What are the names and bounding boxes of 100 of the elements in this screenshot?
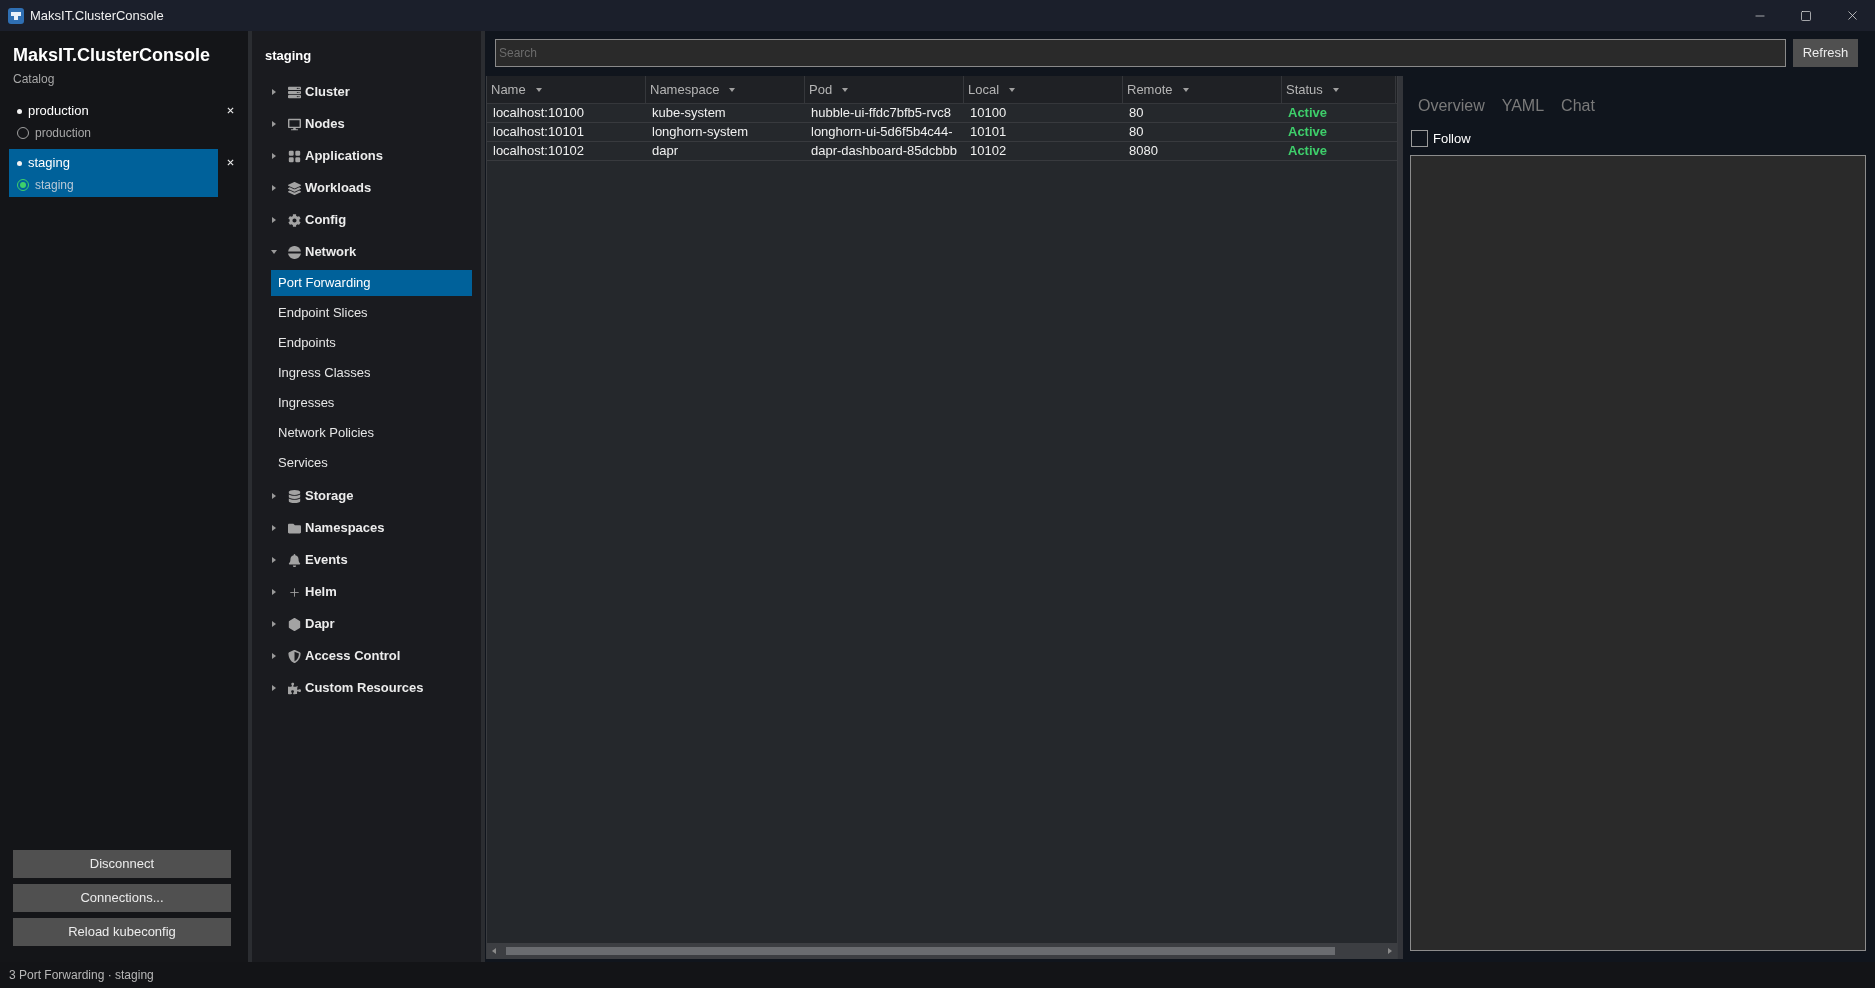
connection-item[interactable]: staging staging bbox=[9, 149, 218, 197]
table-cell-text: 10101 bbox=[969, 123, 1008, 141]
caret-right-icon[interactable] bbox=[271, 653, 277, 659]
table-cell-text: longhorn-ui-5d6f5b4c44- bbox=[810, 123, 954, 141]
status-bar-text: 3 Port Forwarding · staging bbox=[9, 967, 154, 984]
nav-item[interactable]: Namespaces bbox=[271, 512, 472, 544]
table-cell-text: dapr-dashboard-85dcbbb bbox=[810, 142, 958, 160]
connection-item[interactable]: production production bbox=[9, 97, 218, 145]
puzzle-icon bbox=[288, 681, 301, 695]
table-cell-text: longhorn-system bbox=[651, 123, 750, 141]
server-icon bbox=[288, 85, 301, 99]
search-field[interactable]: Search bbox=[495, 39, 1786, 67]
scroll-right-icon[interactable] bbox=[1388, 948, 1392, 954]
nav-subitem[interactable]: Endpoints bbox=[271, 330, 472, 356]
caret-right-icon[interactable] bbox=[271, 89, 277, 95]
nav-item[interactable]: Storage bbox=[271, 480, 472, 512]
caret-right-icon[interactable] bbox=[271, 493, 277, 499]
nav-item[interactable]: Helm bbox=[271, 576, 472, 608]
nav-item[interactable]: Events bbox=[271, 544, 472, 576]
caret-right-icon[interactable] bbox=[271, 153, 277, 159]
checkbox-label: Follow bbox=[1433, 130, 1471, 148]
nav-subitem[interactable]: Services bbox=[271, 450, 472, 476]
scroll-left-icon[interactable] bbox=[492, 948, 496, 954]
folder-icon bbox=[288, 521, 301, 535]
sort-caret-icon bbox=[1009, 87, 1016, 92]
nav-item[interactable]: Access Control bbox=[271, 640, 472, 672]
nav-subitem[interactable]: Ingresses bbox=[271, 390, 472, 416]
horizontal-scrollbar[interactable] bbox=[487, 943, 1397, 959]
sidebar-button[interactable]: Reload kubeconfig bbox=[13, 918, 231, 946]
plus-icon bbox=[288, 585, 301, 599]
table-cell-text: dapr bbox=[651, 142, 680, 160]
sidebar-button[interactable]: Connections... bbox=[13, 884, 231, 912]
sort-caret-icon bbox=[1332, 87, 1339, 92]
column-header[interactable]: Local bbox=[964, 76, 1123, 103]
nav-item[interactable]: Custom Resources bbox=[271, 672, 472, 704]
caret-right-icon[interactable] bbox=[271, 185, 277, 191]
table-cell-text: 10102 bbox=[969, 142, 1008, 160]
nav-item[interactable]: Nodes bbox=[271, 108, 472, 140]
nav-item[interactable]: Cluster bbox=[271, 76, 472, 108]
column-header[interactable]: Pod bbox=[805, 76, 964, 103]
monitor-icon bbox=[288, 117, 301, 131]
table-cell-text: 80 bbox=[1128, 123, 1145, 141]
checkbox[interactable] bbox=[1411, 130, 1428, 148]
close-icon[interactable] bbox=[227, 107, 234, 114]
table-cell-text: 10100 bbox=[969, 104, 1008, 122]
hexagon-icon bbox=[288, 617, 301, 631]
table-cell-text: localhost:10100 bbox=[492, 104, 586, 122]
window-title: MaksIT.ClusterConsole bbox=[30, 6, 164, 25]
context-label: production bbox=[35, 125, 92, 142]
sort-caret-icon bbox=[535, 87, 542, 92]
nav-item[interactable]: Network bbox=[271, 236, 472, 268]
sort-caret-icon bbox=[842, 87, 849, 92]
sort-caret-icon bbox=[1182, 87, 1189, 92]
table-cell-text: 80 bbox=[1128, 104, 1145, 122]
connection-name: production bbox=[28, 102, 89, 120]
caret-down-icon[interactable] bbox=[271, 249, 277, 255]
maximize-icon[interactable] bbox=[1800, 9, 1812, 22]
column-header[interactable]: Remote bbox=[1123, 76, 1282, 103]
column-header[interactable]: Namespace bbox=[646, 76, 805, 103]
caret-right-icon[interactable] bbox=[271, 685, 277, 691]
table-cell-text: Active bbox=[1287, 142, 1329, 160]
nav-item[interactable]: Applications bbox=[271, 140, 472, 172]
caret-right-icon[interactable] bbox=[271, 525, 277, 531]
bell-icon bbox=[288, 553, 301, 567]
layers-icon bbox=[288, 181, 301, 195]
scrollbar-thumb[interactable] bbox=[506, 947, 1335, 955]
grid-icon bbox=[288, 149, 301, 163]
nav-subitem[interactable]: Port Forwarding bbox=[271, 270, 472, 296]
bullet-icon bbox=[17, 108, 22, 114]
caret-right-icon[interactable] bbox=[271, 621, 277, 627]
table-cell-text: Active bbox=[1287, 123, 1329, 141]
context-label: staging bbox=[35, 177, 74, 194]
context-title: staging bbox=[265, 48, 312, 63]
app-logo-icon bbox=[8, 7, 24, 24]
nav-subitem[interactable]: Ingress Classes bbox=[271, 360, 472, 386]
refresh-button[interactable]: Refresh bbox=[1793, 39, 1858, 67]
tab[interactable]: Chat bbox=[1561, 96, 1595, 116]
nav-item[interactable]: Config bbox=[271, 204, 472, 236]
nav-subitem[interactable]: Network Policies bbox=[271, 420, 472, 446]
column-header[interactable]: Status bbox=[1282, 76, 1396, 103]
nav-item[interactable]: Workloads bbox=[271, 172, 472, 204]
sidebar-button[interactable]: Disconnect bbox=[13, 850, 231, 878]
gear-icon bbox=[288, 213, 301, 227]
close-icon[interactable] bbox=[227, 159, 234, 166]
table-cell-text: 8080 bbox=[1128, 142, 1159, 160]
tab[interactable]: YAML bbox=[1501, 96, 1545, 116]
table-cell-text: hubble-ui-ffdc7bfb5-rvc8 bbox=[810, 104, 952, 122]
nav-subitem[interactable]: Endpoint Slices bbox=[271, 300, 472, 326]
caret-right-icon[interactable] bbox=[271, 589, 277, 595]
bullet-icon bbox=[17, 160, 22, 166]
caret-right-icon[interactable] bbox=[271, 121, 277, 127]
catalog-label: Catalog bbox=[13, 71, 56, 87]
tab[interactable]: Overview bbox=[1418, 96, 1485, 116]
caret-right-icon[interactable] bbox=[271, 217, 277, 223]
database-icon bbox=[288, 489, 301, 503]
caret-right-icon[interactable] bbox=[271, 557, 277, 563]
nav-item[interactable]: Dapr bbox=[271, 608, 472, 640]
table-cell-text: localhost:10102 bbox=[492, 142, 586, 160]
table-cell-text: kube-system bbox=[651, 104, 727, 122]
column-header[interactable]: Name bbox=[487, 76, 646, 103]
